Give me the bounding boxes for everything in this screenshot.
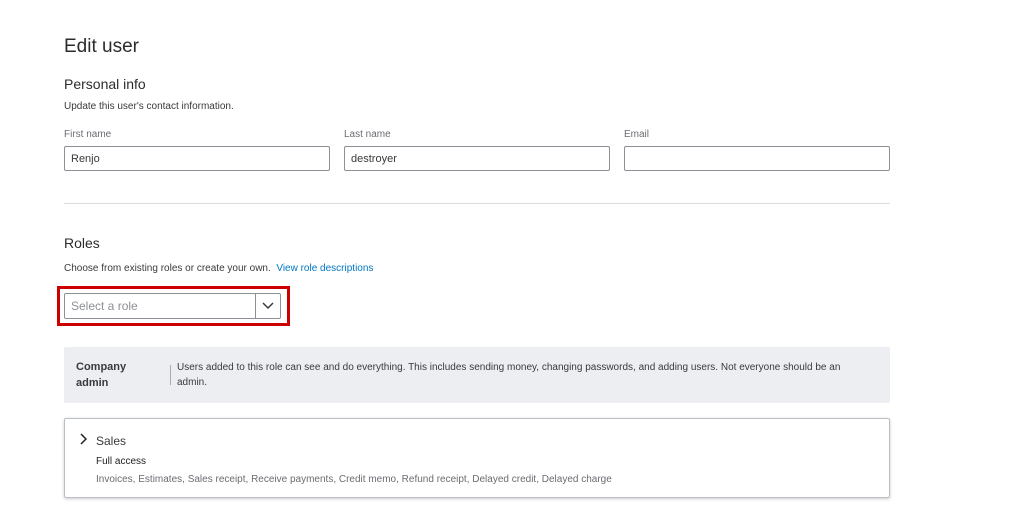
sales-access: Full access [96,456,147,467]
sales-title[interactable]: Sales [96,434,126,448]
admin-title: Company admin [76,359,126,391]
admin-description: Users added to this role can see and do … [177,362,841,388]
personal-info-heading: Personal info [64,76,146,92]
personal-info-subtitle: Update this user's contact information. [64,101,234,112]
role-select[interactable]: Select a role [64,293,281,319]
roles-description-text: Choose from existing roles or create you… [64,263,271,274]
sales-items: Invoices, Estimates, Sales receipt, Rece… [96,474,612,485]
email-label: Email [624,129,650,140]
view-role-descriptions-link[interactable]: View role descriptions [276,263,373,274]
separator [170,365,171,385]
first-name-label: First name [64,129,112,140]
page-title: Edit user [64,36,139,57]
sales-permission-card: Sales Full access Invoices, Estimates, S… [64,418,890,498]
last-name-label: Last name [344,129,391,140]
roles-description: Choose from existing roles or create you… [64,263,373,274]
email-input[interactable] [624,146,890,171]
chevron-right-icon[interactable] [79,432,88,450]
role-select-placeholder: Select a role [71,299,138,313]
admin-title-line1: Company [76,361,127,373]
last-name-input[interactable] [344,146,610,171]
first-name-input[interactable] [64,146,330,171]
admin-title-line2: admin [76,377,109,389]
roles-heading: Roles [64,235,100,251]
divider [64,203,890,204]
chevron-down-icon[interactable] [255,294,280,318]
company-admin-panel: Company admin Users added to this role ca… [64,347,890,403]
